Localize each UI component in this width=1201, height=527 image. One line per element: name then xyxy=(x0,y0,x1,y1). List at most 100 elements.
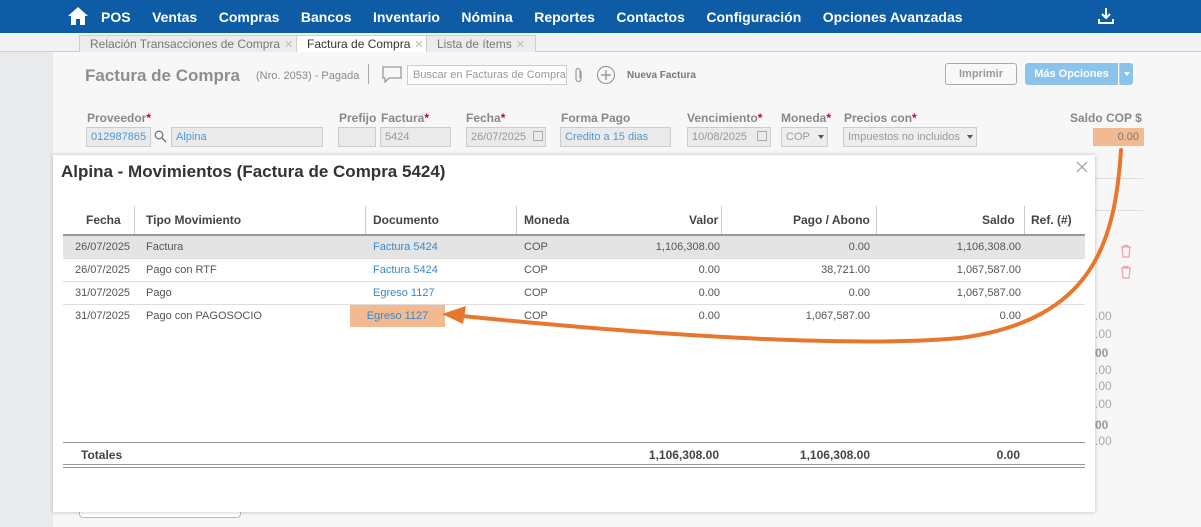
page-title: Factura de Compra xyxy=(85,66,240,85)
precios-label: Precios con* xyxy=(844,111,917,125)
invoice-status: (Nro. 2053) - Pagada xyxy=(256,70,360,82)
close-tab-icon[interactable]: ✕ xyxy=(284,39,293,51)
column-header[interactable]: Documento xyxy=(373,213,439,227)
summary-value: 00 xyxy=(1095,418,1109,432)
tab-factura-compra[interactable]: Factura de Compra ✕ xyxy=(296,35,435,53)
saldo-value: 0.00 xyxy=(1093,128,1144,146)
calendar-icon[interactable] xyxy=(533,131,543,141)
column-divider xyxy=(365,206,366,234)
cell-fecha: 31/07/2025 xyxy=(75,287,131,299)
proveedor-name-field[interactable]: Alpina xyxy=(171,127,323,147)
factura-number-field[interactable]: 5424 xyxy=(380,127,451,147)
nav-inventario[interactable]: Inventario xyxy=(373,9,440,25)
cell-moneda: COP xyxy=(524,264,548,276)
column-header[interactable]: Valor xyxy=(689,213,718,227)
close-icon[interactable] xyxy=(1075,160,1089,174)
nav-reportes[interactable]: Reportes xyxy=(534,9,595,25)
nav-nomina[interactable]: Nómina xyxy=(461,9,512,25)
divider xyxy=(368,64,369,84)
column-header[interactable]: Moneda xyxy=(524,213,569,227)
paperclip-icon[interactable] xyxy=(573,67,585,84)
table-row[interactable]: 31/07/2025 Pago Egreso 1127 COP 0.00 0.0… xyxy=(63,282,1085,305)
more-options-button[interactable]: Más Opciones xyxy=(1025,63,1118,85)
totals-divider xyxy=(63,464,1085,465)
divider xyxy=(1095,178,1143,179)
cell-moneda: COP xyxy=(524,287,548,299)
column-divider xyxy=(134,206,135,234)
nav-configuracion[interactable]: Configuración xyxy=(706,9,801,25)
cell-tipo: Pago con RTF xyxy=(146,264,217,276)
nav-opciones-avanzadas[interactable]: Opciones Avanzadas xyxy=(823,9,963,25)
add-circle-icon[interactable] xyxy=(596,65,616,85)
table-header: Fecha Tipo Movimiento Documento Moneda V… xyxy=(63,206,1085,236)
cell-moneda: COP xyxy=(524,241,548,253)
column-divider xyxy=(516,206,517,234)
comment-icon[interactable] xyxy=(381,65,403,83)
close-tab-icon[interactable]: ✕ xyxy=(414,39,423,51)
calendar-icon[interactable] xyxy=(757,131,767,141)
cell-pago: 1,067,587.00 xyxy=(805,310,870,322)
trash-icon[interactable] xyxy=(1119,265,1133,279)
total-pago: 1,106,308.00 xyxy=(799,448,870,462)
cell-valor: 0.00 xyxy=(698,287,720,299)
summary-value: .00 xyxy=(1095,397,1112,411)
cell-documento-link-highlighted[interactable]: Egreso 1127 xyxy=(350,305,445,327)
home-icon[interactable] xyxy=(67,6,89,26)
nav-bancos[interactable]: Bancos xyxy=(301,9,352,25)
total-valor: 1,106,308.00 xyxy=(648,448,719,462)
column-header[interactable]: Ref. (#) xyxy=(1031,213,1072,227)
cell-documento-link[interactable]: Egreso 1127 xyxy=(373,287,435,299)
cell-pago: 0.00 xyxy=(848,287,870,299)
column-header[interactable]: Fecha xyxy=(86,213,121,227)
nav-ventas[interactable]: Ventas xyxy=(152,9,197,25)
more-options-dropdown-icon[interactable] xyxy=(1119,63,1133,85)
tab-lista-items[interactable]: Lista de ítems ✕ xyxy=(426,35,536,52)
forma-pago-label: Forma Pago xyxy=(561,111,631,125)
tab-relacion-transacciones[interactable]: Relación Transacciones de Compra ✕ xyxy=(79,35,305,52)
factura-label: Factura* xyxy=(381,111,430,125)
cell-valor: 0.00 xyxy=(698,310,720,322)
prefijo-field[interactable] xyxy=(338,127,376,147)
trash-icon[interactable] xyxy=(1119,244,1133,258)
cell-pago: 38,721.00 xyxy=(821,264,870,276)
column-header[interactable]: Pago / Abono xyxy=(793,213,870,227)
column-divider xyxy=(721,206,722,234)
total-saldo: 0.00 xyxy=(996,448,1020,462)
tab-label: Relación Transacciones de Compra xyxy=(90,37,281,51)
cell-documento-link[interactable]: Factura 5424 xyxy=(373,264,438,276)
new-invoice-link[interactable]: Nueva Factura xyxy=(627,70,696,81)
close-tab-icon[interactable]: ✕ xyxy=(516,39,525,51)
nav-pos[interactable]: POS xyxy=(101,9,131,25)
cell-moneda: COP xyxy=(524,310,548,322)
chevron-down-icon[interactable] xyxy=(967,135,973,139)
cell-saldo: 0.00 xyxy=(999,310,1021,322)
search-icon[interactable] xyxy=(154,130,167,143)
search-input[interactable]: Buscar en Facturas de Compra xyxy=(407,65,567,85)
cell-fecha: 26/07/2025 xyxy=(75,241,131,253)
print-button[interactable]: Imprimir xyxy=(945,63,1017,85)
cell-pago: 0.00 xyxy=(848,241,870,253)
bottom-control xyxy=(79,511,241,518)
nav-contactos[interactable]: Contactos xyxy=(616,9,684,25)
cell-documento-link[interactable]: Factura 5424 xyxy=(373,241,438,253)
summary-value: 00 xyxy=(1095,346,1109,360)
forma-pago-select[interactable]: Credito a 15 dias xyxy=(560,127,671,147)
column-header[interactable]: Tipo Movimiento xyxy=(146,213,241,227)
column-header[interactable]: Saldo xyxy=(982,213,1015,227)
download-icon[interactable] xyxy=(1098,7,1114,25)
table-row[interactable]: 26/07/2025 Pago con RTF Factura 5424 COP… xyxy=(63,259,1085,282)
precios-select[interactable]: Impuestos no incluidos xyxy=(843,127,977,147)
divider xyxy=(1095,210,1143,211)
table-row[interactable]: 31/07/2025 Pago con PAGOSOCIO Egreso 112… xyxy=(63,305,1085,328)
tab-label: Factura de Compra xyxy=(307,37,411,51)
proveedor-id-field[interactable]: 012987865 xyxy=(86,127,151,147)
prefijo-label: Prefijo xyxy=(339,111,377,125)
chevron-down-icon[interactable] xyxy=(818,135,824,139)
fecha-label: Fecha* xyxy=(466,111,506,125)
nav-compras[interactable]: Compras xyxy=(219,9,280,25)
cell-fecha: 31/07/2025 xyxy=(75,310,131,322)
movements-modal: Alpina - Movimientos (Factura de Compra … xyxy=(53,155,1095,512)
table-row[interactable]: 26/07/2025 Factura Factura 5424 COP 1,10… xyxy=(63,236,1085,259)
cell-saldo: 1,067,587.00 xyxy=(956,264,1021,276)
cell-valor: 0.00 xyxy=(698,264,720,276)
